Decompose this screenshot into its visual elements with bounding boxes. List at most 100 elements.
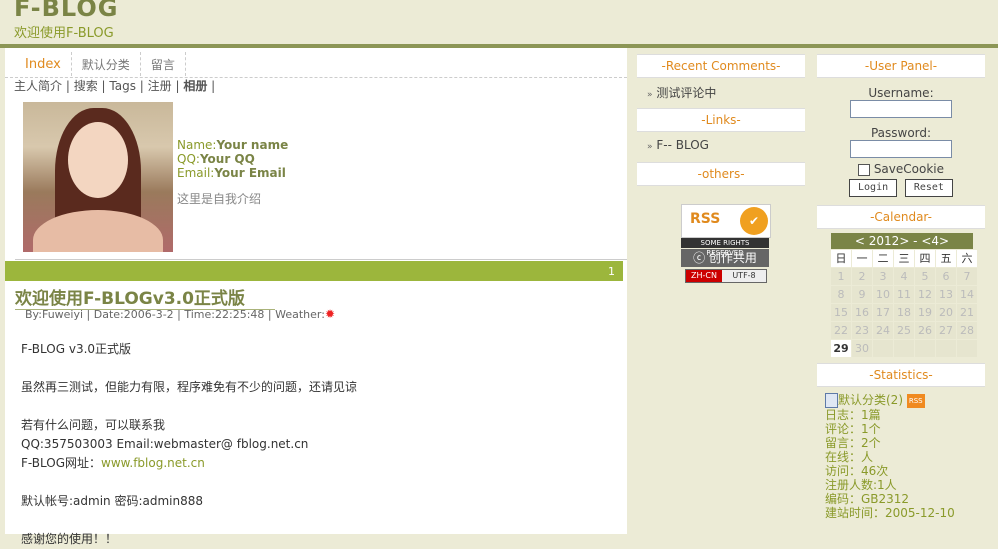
calendar-day[interactable]: 20: [936, 304, 956, 321]
name-label: Name:: [177, 138, 217, 152]
tab-index[interactable]: Index: [15, 52, 72, 76]
calendar-day[interactable]: 18: [894, 304, 914, 321]
stat-item: 日志：1篇: [825, 408, 881, 422]
calendar-blank: [936, 340, 956, 357]
nav-tabs: Index 默认分类 留言: [15, 52, 186, 76]
post-body: F-BLOG v3.0正式版 虽然再三测试，但能力有限，程序难免有不少的问题，还…: [21, 340, 357, 549]
calendar-day[interactable]: 9: [852, 286, 872, 303]
link-about[interactable]: 主人简介: [14, 79, 62, 93]
stat-item: 留言：2个: [825, 436, 881, 450]
link-register[interactable]: 注册: [148, 79, 172, 93]
savecookie-checkbox[interactable]: [857, 163, 870, 176]
site-logo[interactable]: F-BLOG: [14, 0, 118, 22]
post-meta: By:Fuweiyi | Date:2006-3-2 | Time:22:25:…: [25, 307, 335, 321]
badges: RSS ✔ SOME RIGHTS RESERVED ⓒ 创作共用 ZH-CN …: [637, 186, 805, 283]
recent-comment-item[interactable]: » 测试评论中: [637, 78, 805, 108]
rss-icon[interactable]: RSS: [906, 393, 925, 408]
main-content: Index 默认分类 留言 主人简介 | 搜索 | Tags | 注册 | 相册…: [5, 48, 627, 546]
calendar-weekday: 四: [915, 250, 935, 267]
post-line: 若有什么问题，可以联系我: [21, 418, 166, 432]
post-meta-text: By:Fuweiyi | Date:2006-3-2 | Time:22:25:…: [25, 308, 325, 321]
calendar-day[interactable]: 24: [873, 322, 893, 339]
calendar-day[interactable]: 7: [957, 268, 977, 285]
statistics: 默认分类(2) RSS 日志：1篇 评论：1个 留言：2个 在线：人 访问：46次 注册人…: [817, 387, 985, 526]
encoding-badge: ZH-CN UTF-8: [685, 269, 767, 283]
sub-navigation: 主人简介 | 搜索 | Tags | 注册 | 相册 |: [14, 79, 216, 93]
others-title: -others-: [637, 162, 805, 186]
calendar-day[interactable]: 26: [915, 322, 935, 339]
calendar-day[interactable]: 19: [915, 304, 935, 321]
email-value: Your Email: [214, 166, 286, 180]
calendar-header[interactable]: < 2012> - <4>: [831, 233, 973, 249]
calendar-day[interactable]: 11: [894, 286, 914, 303]
calendar-day[interactable]: 22: [831, 322, 851, 339]
calendar-day[interactable]: 25: [894, 322, 914, 339]
url-label: F-BLOG网址：: [21, 456, 102, 470]
post-account: 默认帐号:admin 密码:admin888: [21, 494, 204, 508]
sun-icon: ✹: [324, 307, 335, 321]
reset-button[interactable]: Reset: [904, 179, 953, 197]
calendar-day[interactable]: 16: [852, 304, 872, 321]
calendar-day[interactable]: 29: [831, 340, 851, 357]
calendar-day[interactable]: 2: [852, 268, 872, 285]
recent-comments-title: -Recent Comments-: [637, 54, 805, 78]
links-title: -Links-: [637, 108, 805, 132]
site-url-link[interactable]: www.fblog.net.cn: [101, 456, 205, 470]
page-number[interactable]: 1: [608, 265, 615, 278]
stat-item: 访问：46次: [825, 464, 889, 478]
site-subtitle: 欢迎使用F-BLOG: [14, 26, 114, 41]
calendar-day[interactable]: 14: [957, 286, 977, 303]
calendar-day[interactable]: 8: [831, 286, 851, 303]
tab-default-category[interactable]: 默认分类: [72, 52, 141, 76]
calendar-day[interactable]: 30: [852, 340, 872, 357]
username-label: Username:: [868, 86, 934, 100]
calendar-day[interactable]: 1: [831, 268, 851, 285]
calendar-blank: [894, 340, 914, 357]
password-input[interactable]: [850, 140, 952, 158]
arrow-icon: »: [647, 142, 653, 152]
calendar-day[interactable]: 21: [957, 304, 977, 321]
calendar-day[interactable]: 27: [936, 322, 956, 339]
post-line: QQ:357503003 Email:webmaster@ fblog.net.…: [21, 437, 309, 451]
calendar-day[interactable]: 28: [957, 322, 977, 339]
calendar-weekday: 一: [852, 250, 872, 267]
profile-intro: 这里是自我介绍: [177, 192, 262, 206]
link-album[interactable]: 相册: [183, 79, 207, 93]
profile-info: Name:Your name QQ:Your QQ Email:Your Ema…: [177, 138, 288, 180]
qq-label: QQ:: [177, 152, 200, 166]
calendar-day[interactable]: 4: [894, 268, 914, 285]
rss-valid-badge[interactable]: RSS ✔: [681, 204, 771, 238]
calendar-day[interactable]: 6: [936, 268, 956, 285]
calendar-weekday: 日: [831, 250, 851, 267]
category-link[interactable]: 默认分类(2): [838, 393, 903, 407]
link-search[interactable]: 搜索: [74, 79, 98, 93]
qq-value: Your QQ: [199, 152, 255, 166]
login-form: Username: Password: SaveCookie Login Res…: [817, 86, 985, 197]
right-sidebar: -User Panel- Username: Password: SaveCoo…: [817, 54, 985, 534]
creative-commons-badge[interactable]: ⓒ 创作共用: [681, 249, 769, 267]
name-value: Your name: [216, 138, 289, 152]
calendar-grid: 日一二三四五六 1 2 3 4 5 6 7 8 9 10 11 12 13 14 15 16 17 18 19 20 21…: [831, 250, 977, 357]
calendar-day[interactable]: 23: [852, 322, 872, 339]
calendar-day[interactable]: 3: [873, 268, 893, 285]
stat-item: 在线：人: [825, 450, 874, 464]
calendar-day[interactable]: 17: [873, 304, 893, 321]
calendar-day[interactable]: 15: [831, 304, 851, 321]
tab-guestbook[interactable]: 留言: [141, 52, 186, 76]
login-button[interactable]: Login: [849, 179, 898, 197]
username-input[interactable]: [850, 100, 952, 118]
stat-item: 编码：GB2312: [825, 492, 910, 506]
calendar-day[interactable]: 12: [915, 286, 935, 303]
calendar-day[interactable]: 13: [936, 286, 956, 303]
some-rights-reserved: SOME RIGHTS RESERVED: [681, 238, 769, 257]
check-icon: ✔: [740, 207, 768, 235]
calendar-day[interactable]: 5: [915, 268, 935, 285]
stat-item: 评论：1个: [825, 422, 881, 436]
calendar-blank: [957, 340, 977, 357]
profile-divider: [15, 259, 627, 260]
link-tags[interactable]: Tags: [109, 79, 136, 93]
link-item[interactable]: » F-- BLOG: [637, 132, 805, 162]
stat-item: 建站时间：2005-12-10: [825, 506, 955, 520]
calendar-day[interactable]: 10: [873, 286, 893, 303]
calendar-blank: [873, 340, 893, 357]
